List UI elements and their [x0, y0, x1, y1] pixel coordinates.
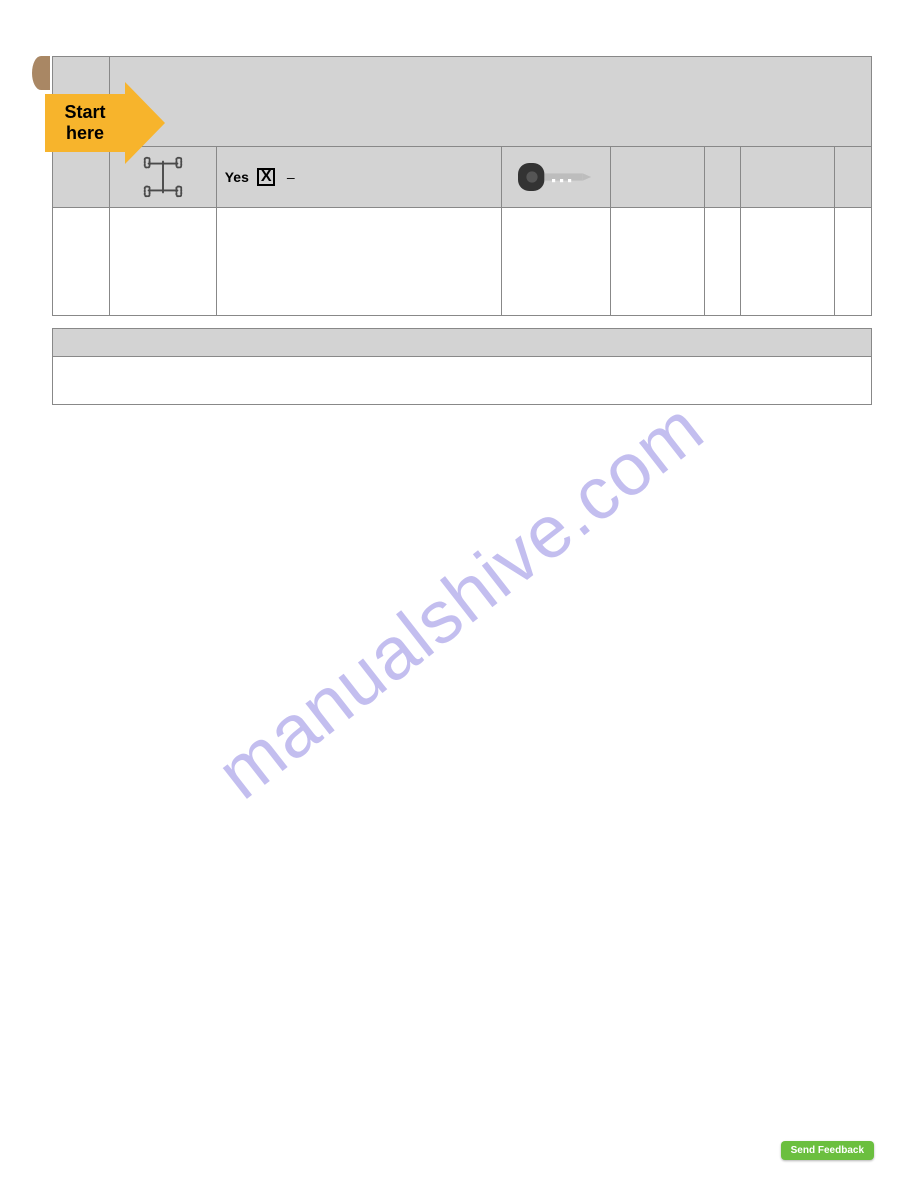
sub-col-c [741, 147, 835, 208]
dash-label: – [287, 169, 295, 185]
vehicle-table: Yes – [52, 56, 872, 316]
watermark-text: manualshive.com [201, 385, 719, 816]
body-make [53, 208, 110, 316]
sub-col-d [835, 147, 872, 208]
body-col-d [835, 208, 872, 316]
send-feedback-button[interactable]: Send Feedback [781, 1141, 874, 1160]
hdr-span [109, 57, 871, 147]
start-here-callout: Start here [45, 82, 165, 164]
body-key [501, 208, 610, 316]
sub-yes: Yes – [216, 147, 501, 208]
start-here-body: Start here [45, 94, 125, 152]
key-icon [501, 147, 610, 208]
notes-header-row [53, 329, 872, 357]
sub-col-a [610, 147, 704, 208]
sub-col-b [704, 147, 741, 208]
body-col-c [741, 208, 835, 316]
table-subheader-row: Yes – [53, 147, 872, 208]
notes-body [53, 357, 872, 405]
notes-header [53, 329, 872, 357]
checkbox-x-icon [257, 168, 275, 186]
table-header-row [53, 57, 872, 147]
page-content: Yes – [52, 56, 872, 405]
start-here-arrowhead [125, 82, 165, 164]
start-here-line2: here [66, 123, 104, 144]
body-col-a [610, 208, 704, 316]
notes-table [52, 328, 872, 405]
table-body-row [53, 208, 872, 316]
body-yes [216, 208, 501, 316]
yes-label: Yes [225, 169, 249, 185]
body-chassis [109, 208, 216, 316]
start-here-line1: Start [64, 102, 105, 123]
notes-body-row [53, 357, 872, 405]
body-col-b [704, 208, 741, 316]
yes-wrap: Yes – [225, 168, 493, 186]
